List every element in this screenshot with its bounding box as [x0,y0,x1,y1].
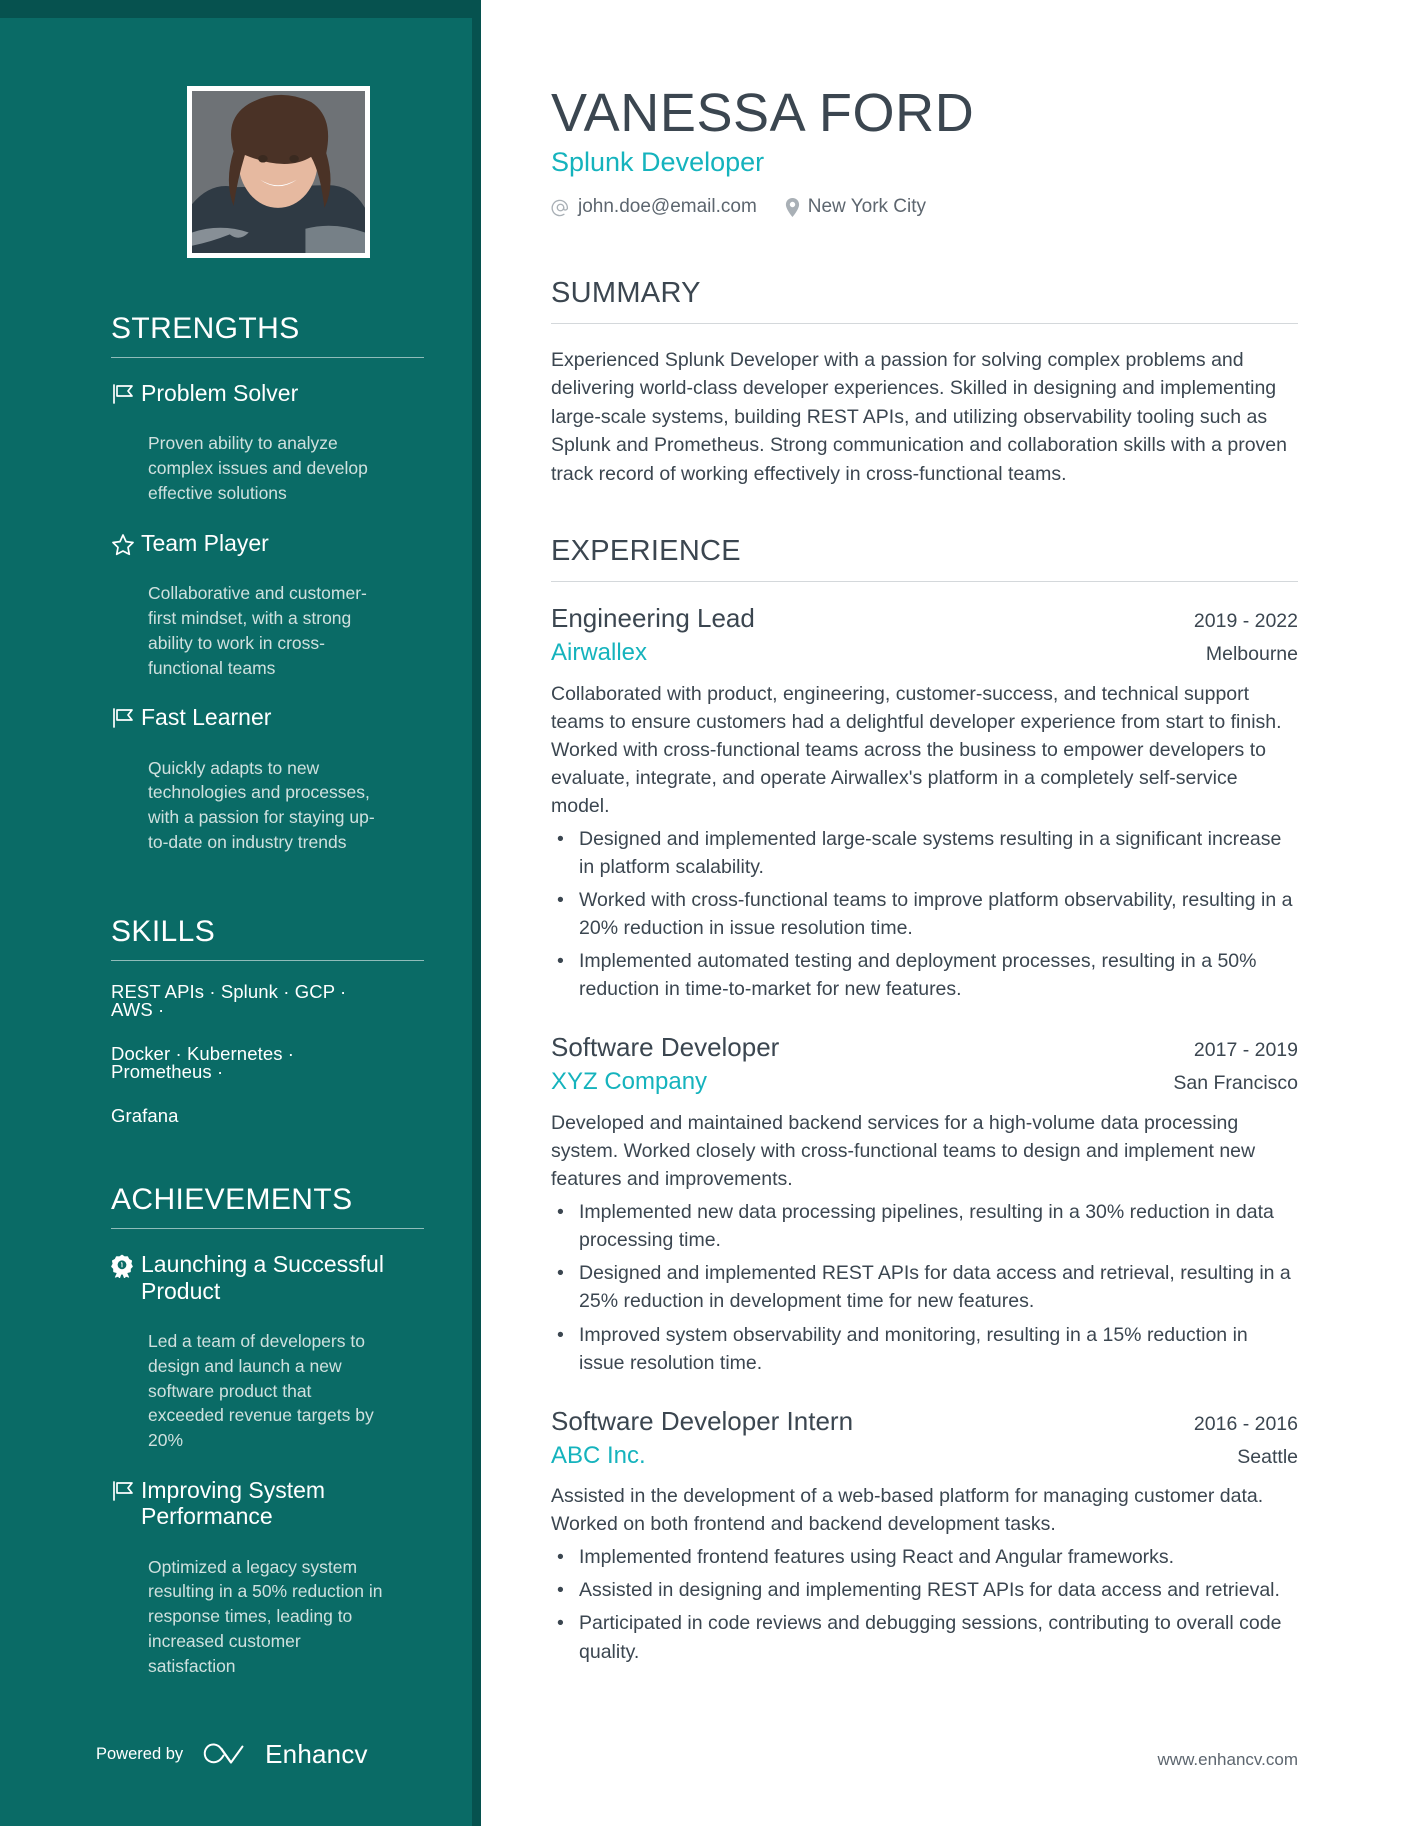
achievement-title: Launching a Successful Product [141,1251,384,1304]
profile-photo-illustration [192,91,365,253]
skills-row: Docker · Kubernetes · Prometheus · [111,1042,295,1083]
experience-entry: Engineering Lead 2019 - 2022 Airwallex M… [551,603,1298,1003]
resume-page: STRENGTHS Problem Solver Proven ability … [0,0,1410,1826]
experience-job-title: Software Developer Intern [551,1405,854,1436]
strength-description: Quickly adapts to new technologies and p… [148,757,375,853]
location-pin-icon [785,197,800,217]
powered-by-label: Powered by [96,1745,184,1763]
summary-text: Experienced Splunk Developer with a pass… [551,348,1287,485]
experience-job-title: Engineering Lead [551,603,755,634]
enhancv-infinity-logo [201,1739,247,1770]
experience-heading: EXPERIENCE [551,535,741,568]
section-summary: SUMMARY Experienced Splunk Developer wit… [551,277,1298,488]
job-role-subtitle: Splunk Developer [551,147,765,178]
achievement-title: Improving System Performance [141,1477,326,1530]
experience-bullet: Assisted in designing and implementing R… [551,1576,1298,1604]
experience-bullet: Improved system observability and monito… [551,1321,1298,1377]
flag-icon [111,383,141,405]
experience-bullet: Implemented new data processing pipeline… [551,1198,1298,1254]
experience-bullet-list: Implemented frontend features using Reac… [551,1543,1298,1665]
skills-divider [111,959,424,961]
experience-job-title: Software Developer [551,1032,780,1063]
experience-bullet: Worked with cross-functional teams to im… [551,886,1298,942]
contact-bar: john.doe@email.com New York City [551,196,1298,218]
achievement-description: Led a team of developers to design and l… [148,1330,374,1451]
summary-heading: SUMMARY [551,277,701,309]
skills-row: REST APIs · Splunk · GCP · AWS · [111,980,347,1021]
website-footer-link[interactable]: www.enhancv.com [1158,1750,1298,1770]
summary-divider [551,322,1298,324]
section-achievements: ACHIEVEMENTS Launching a Successful Prod… [111,1183,424,1678]
experience-divider [551,581,1298,583]
experience-location: Melbourne [1205,643,1298,666]
skills-heading: SKILLS [111,914,216,948]
sidebar-footer: Powered by Enhancv [0,1739,481,1770]
experience-entry: Software Developer Intern 2016 - 2016 AB… [551,1405,1298,1666]
strength-description: Proven ability to analyze complex issues… [148,433,368,503]
experience-location: Seattle [1237,1445,1298,1468]
experience-location: San Francisco [1173,1072,1298,1095]
experience-bullet: Implemented frontend features using Reac… [551,1543,1298,1571]
award-ribbon-icon [111,1254,141,1279]
experience-bullet: Designed and implemented REST APIs for d… [551,1259,1298,1315]
contact-location-text: New York City [807,196,927,217]
experience-company[interactable]: ABC Inc. [551,1442,646,1470]
experience-company[interactable]: XYZ Company [551,1068,707,1096]
strength-item: Fast Learner [111,704,389,733]
experience-bullet: Implemented automated testing and deploy… [551,947,1298,1003]
experience-description: Collaborated with product, engineering, … [551,682,1282,817]
sidebar-top-accent-bar [0,0,481,18]
skills-list: REST APIs · Splunk · GCP · AWS · Docker … [111,980,389,1126]
avatar [187,86,370,258]
skills-row: Grafana [111,1104,179,1126]
experience-dates: 2017 - 2019 [1193,1039,1298,1062]
flag-icon [111,707,141,729]
contact-email-text: john.doe@email.com [578,196,757,217]
experience-bullet-list: Implemented new data processing pipeline… [551,1198,1298,1376]
flag-icon [111,1480,141,1502]
strength-title: Team Player [141,529,269,556]
strength-description: Collaborative and customer-first mindset… [148,582,367,678]
enhancv-brand-label: Enhancv [265,1739,368,1769]
star-icon [111,533,141,556]
experience-dates: 2019 - 2022 [1193,610,1298,633]
main-content: VANESSA FORD Splunk Developer john.doe@e… [481,0,1410,1826]
experience-dates: 2016 - 2016 [1193,1412,1298,1435]
strengths-heading: STRENGTHS [111,312,300,345]
section-experience: EXPERIENCE Engineering Lead 2019 - 2022 … [551,535,1298,1666]
experience-bullet: Designed and implemented large-scale sys… [551,825,1298,881]
section-skills: SKILLS REST APIs · Splunk · GCP · AWS · … [111,914,424,1126]
strength-title: Problem Solver [141,380,299,406]
contact-email[interactable]: john.doe@email.com [551,196,757,218]
sidebar: STRENGTHS Problem Solver Proven ability … [0,0,481,1826]
strengths-divider [111,357,424,358]
strength-item: Problem Solver [111,380,389,409]
experience-company[interactable]: Airwallex [551,639,647,667]
experience-description: Assisted in the development of a web-bas… [551,1485,1264,1536]
page-title: VANESSA FORD [551,83,975,143]
experience-bullet: Participated in code reviews and debuggi… [551,1609,1298,1665]
strength-title: Fast Learner [141,704,272,731]
achievements-heading: ACHIEVEMENTS [111,1183,353,1217]
achievements-divider [111,1228,424,1230]
achievement-description: Optimized a legacy system resulting in a… [148,1556,383,1676]
section-strengths: STRENGTHS Problem Solver Proven ability … [111,312,424,855]
strength-item: Team Player [111,530,389,559]
contact-location: New York City [785,196,926,218]
achievement-item: Improving System Performance [111,1477,389,1532]
at-icon [551,198,570,217]
achievement-item: Launching a Successful Product [111,1251,389,1306]
experience-description: Developed and maintained backend service… [551,1111,1256,1191]
experience-bullet-list: Designed and implemented large-scale sys… [551,825,1298,1003]
experience-entry: Software Developer 2017 - 2019 XYZ Compa… [551,1033,1298,1376]
